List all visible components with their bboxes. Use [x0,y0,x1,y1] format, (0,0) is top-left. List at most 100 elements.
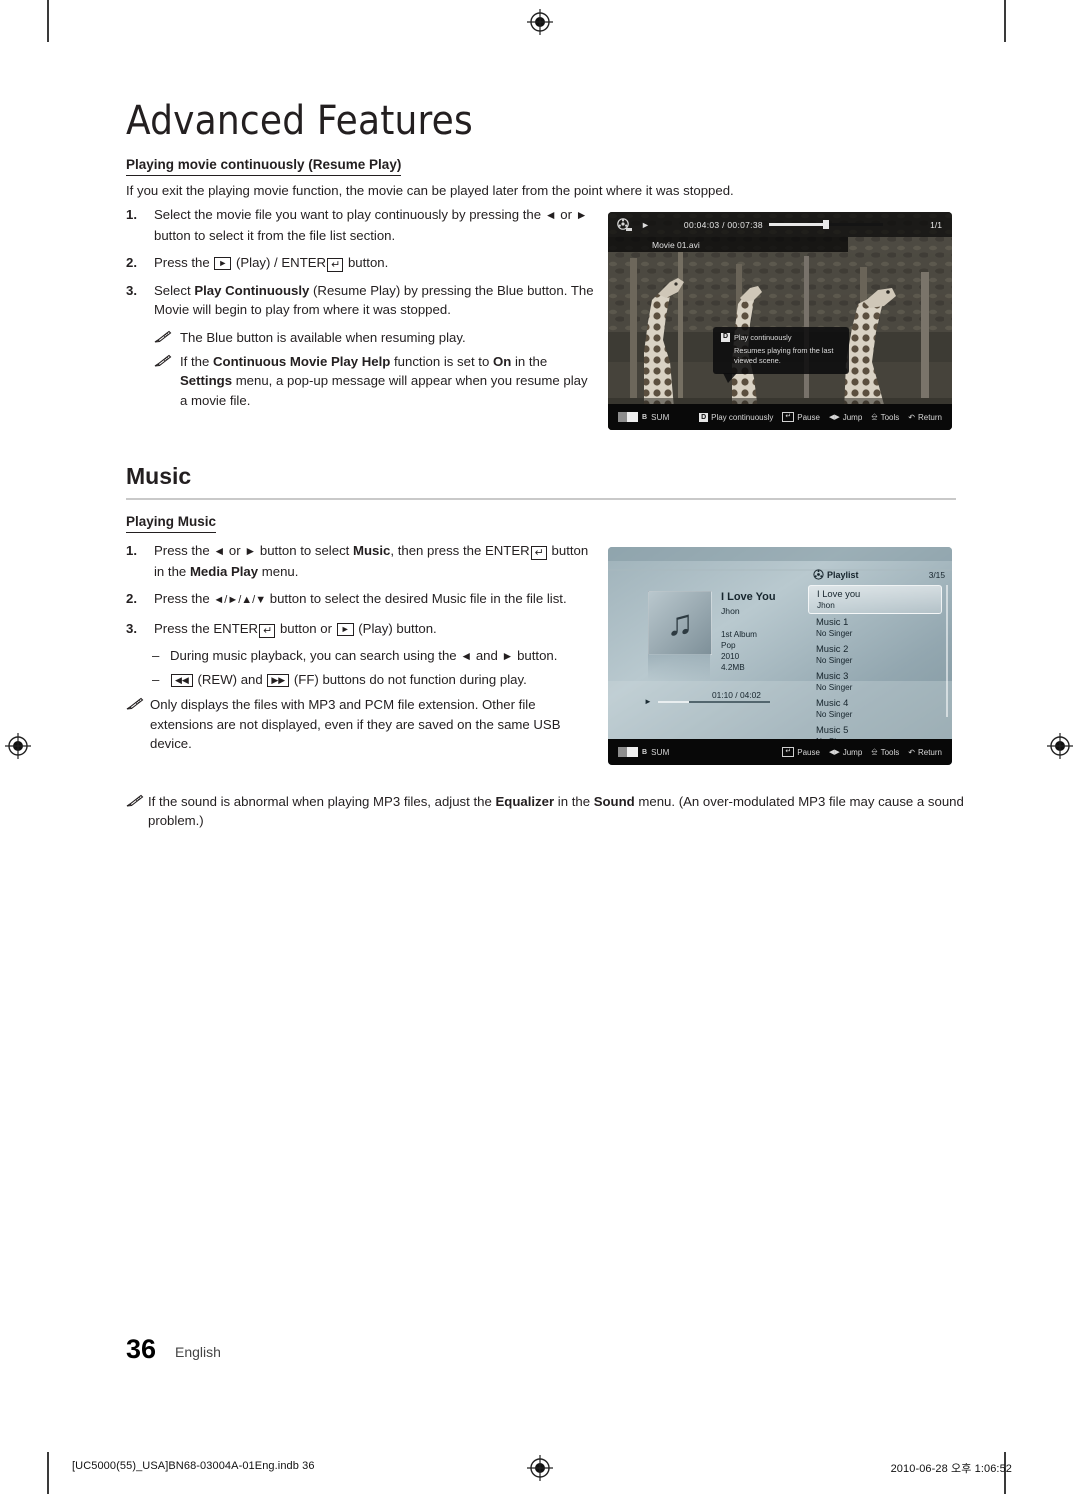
playlist-item[interactable]: Music 4 No Singer [808,695,948,722]
playlist-items: I Love you Jhon Music 1 No Singer Music … [808,585,948,749]
button-pause[interactable]: ↵ Pause [782,747,820,757]
note-item: If the Continuous Movie Play Help functi… [154,352,596,411]
button-label: Return [917,747,942,757]
note-item: The Blue button is available when resumi… [154,328,596,348]
registration-mark-bottom [527,1455,553,1481]
registration-mark-left [5,733,31,759]
button-label: Jump [842,747,863,757]
playlist-item-artist: No Singer [816,683,853,692]
left-arrow-icon: ◄ [213,544,226,558]
section-divider [126,498,956,500]
movie-timecode: 00:04:03 / 00:07:38 [683,219,763,230]
step-text: Press the ► (Play) / ENTER ↵ button. [154,255,389,272]
footer-file-info: [UC5000(55)_USA]BN68-03004A-01Eng.indb 3… [72,1460,315,1472]
button-tools[interactable]: ⎒ Tools [871,747,899,757]
track-year: 2010 [721,652,740,661]
left-right-arrow-icon: ◀▶ [828,414,840,421]
blue-button-badge-icon: D [721,333,730,342]
step-2: 2. Press the ◄/►/▲/▼ button to select th… [126,589,596,611]
dash-marker: – [152,648,160,663]
music-player-screenshot: ♫ I Love You Jhon 1st Album Pop 2010 4.2… [608,547,952,765]
dash-item-2: – ◀◀ (REW) and ▶▶ (FF) buttons do not fu… [152,670,596,690]
step-text: Select the movie file you want to play c… [154,207,588,243]
source-badge: B [642,413,648,421]
button-play-continuously[interactable]: D Play continuously [699,412,773,422]
page-number: 36 [126,1334,157,1364]
movie-filename: Movie 01.avi [608,237,848,252]
track-details: 1st Album Pop 2010 4.2MB [721,629,776,673]
step-text: Select Play Continuously (Resume Play) b… [154,282,594,318]
note-text: Only displays the files with MP3 and PCM… [150,697,561,751]
step-1: 1. Select the movie file you want to pla… [126,205,596,245]
step-3: 3. Press the ENTER ↵ button or ► (Play) b… [126,619,596,639]
source-indicator: B SUM [618,747,669,757]
button-label: Return [917,412,942,422]
enter-key-icon: ↵ [782,412,795,422]
resume-notes: The Blue button is available when resumi… [154,328,596,411]
movie-bottom-toolbar: B SUM D Play continuously ↵ Pause ◀▶ Jum… [608,404,952,430]
button-jump[interactable]: ◀▶ Jump [829,748,862,757]
crop-mark-bottom-left [47,1452,49,1494]
left-arrow-icon: ◄ [460,649,473,663]
source-label: SUM [651,747,670,757]
music-toolbar-buttons: ↵ Pause ◀▶ Jump ⎒ Tools ↶ Return [782,747,942,757]
now-playing-info: I Love You Jhon 1st Album Pop 2010 4.2MB [721,591,776,673]
playlist-item-title: Music 2 [816,643,849,654]
registration-mark-top [527,9,553,35]
button-return[interactable]: ↶ Return [908,748,942,757]
track-size: 4.2MB [721,663,745,672]
page-title: Advanced Features [126,98,473,144]
note-text: If the sound is abnormal when playing MP… [148,794,964,828]
playlist-icon [813,569,824,580]
music-note-icon: ♫ [666,602,694,643]
source-indicator: B SUM [618,412,669,422]
crop-mark-top-right [1004,0,1006,42]
progress-knob[interactable] [822,220,829,229]
rewind-key-icon: ◀◀ [171,673,193,687]
playlist-item[interactable]: Music 1 No Singer [808,614,948,641]
track-title: I Love You [721,591,776,603]
playlist-scrollbar[interactable] [946,585,948,717]
enter-key-icon: ↵ [530,546,547,560]
track-genre: Pop [721,641,736,650]
pencil-icon [126,695,150,754]
playlist-item-artist: No Singer [816,629,853,638]
playlist-item-selected[interactable]: I Love you Jhon [808,585,942,614]
playlist-item-title: Music 3 [816,670,849,681]
play-key-icon: ► [214,257,232,270]
dash-marker: – [152,671,160,687]
progress-fill [768,223,826,226]
playlist-item[interactable]: Music 3 No Singer [808,668,948,695]
section-heading-resume-play: Playing movie continuously (Resume Play) [126,157,402,176]
music-seek-bar[interactable]: ► 01:10 / 04:02 [644,690,804,706]
fast-forward-key-icon: ▶▶ [267,673,290,687]
step-text: Press the ◄ or ► button to select Music,… [154,543,589,579]
footer-timestamp: 2010-06-28 오후 1:06:52 [890,1463,1012,1475]
tools-icon: ⎒ [871,747,878,756]
tooltip-body: Resumes playing from the last viewed sce… [734,345,834,366]
music-steps: 1. Press the ◄ or ► button to select Mus… [126,541,596,754]
source-badge: B [642,748,648,756]
section-heading-playing-music: Playing Music [126,514,217,533]
equalizer-note: If the sound is abnormal when playing MP… [126,792,966,830]
direction-keys-icon: ◄/►/▲/▼ [213,594,267,606]
registration-mark-right [1047,733,1073,759]
step-2: 2. Press the ► (Play) / ENTER ↵ button. [126,253,596,273]
movie-progress-bar[interactable] [768,220,883,229]
button-jump[interactable]: ◀▶ Jump [829,413,862,422]
button-label: Jump [842,412,863,422]
button-label: Tools [880,412,900,422]
album-art: ♫ [648,591,712,655]
section-title-music: Music [126,463,192,489]
right-arrow-icon: ► [244,544,257,558]
button-return[interactable]: ↶ Return [908,413,942,422]
button-label: Pause [797,747,820,757]
button-tools[interactable]: ⎒ Tools [871,412,899,422]
seek-track[interactable] [657,700,770,703]
step-number: 1. [126,207,137,222]
button-pause[interactable]: ↵ Pause [782,412,820,422]
blue-button-badge-icon: D [699,412,709,422]
playlist-item[interactable]: Music 2 No Singer [808,641,948,668]
enter-key-icon: ↵ [327,258,344,272]
movie-player-screenshot: ► 00:04:03 / 00:07:38 1/1 Movie 01.avi D… [608,212,952,430]
